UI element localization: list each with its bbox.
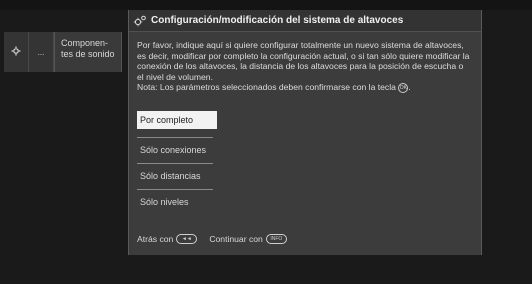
dialog-header: Configuración/modificación del sistema d…	[129, 10, 481, 32]
dialog-footer: Atrás con ◄◄ Continuar con INFO	[137, 234, 287, 244]
menu-item-levels[interactable]: Sólo niveles	[137, 189, 217, 215]
note-text: Nota: Los parámetros seleccionados deben…	[137, 82, 396, 92]
dialog-title: Configuración/modificación del sistema d…	[151, 15, 404, 26]
top-strip	[0, 0, 532, 10]
menu-item-complete[interactable]: Por completo	[137, 111, 217, 129]
menu-item-label: Sólo distancias	[140, 171, 201, 181]
menu-item-connections[interactable]: Sólo conexiones	[137, 137, 217, 163]
continue-label: Continuar con	[209, 234, 263, 244]
dialog-description: Por favor, indique aquí si quiere config…	[129, 32, 481, 93]
settings-tab[interactable]	[4, 32, 29, 72]
rewind-key-icon: ◄◄	[176, 234, 198, 244]
menu-item-label: Sólo niveles	[140, 197, 189, 207]
speaker-config-dialog: Configuración/modificación del sistema d…	[128, 10, 482, 255]
menu-item-label: Sólo conexiones	[140, 145, 207, 155]
ok-key-icon: OK	[398, 82, 409, 93]
back-label: Atrás con	[137, 234, 174, 244]
more-dots: ...	[37, 47, 45, 57]
menu-item-label: Por completo	[140, 115, 194, 125]
more-tab[interactable]: ...	[29, 32, 54, 72]
sidebar-item-sound-components[interactable]: Componen- tes de sonido	[54, 32, 122, 72]
info-key-icon: INFO	[265, 234, 287, 244]
gear-icon	[11, 46, 21, 59]
menu-item-distances[interactable]: Sólo distancias	[137, 163, 217, 189]
gears-icon	[133, 14, 147, 28]
sidebar-item-label: Componen- tes de sonido	[61, 38, 115, 59]
option-menu: Por completo Sólo conexiones Sólo distan…	[137, 111, 217, 215]
note-end: .	[408, 82, 411, 92]
description-text: Por favor, indique aquí si quiere config…	[137, 40, 470, 82]
